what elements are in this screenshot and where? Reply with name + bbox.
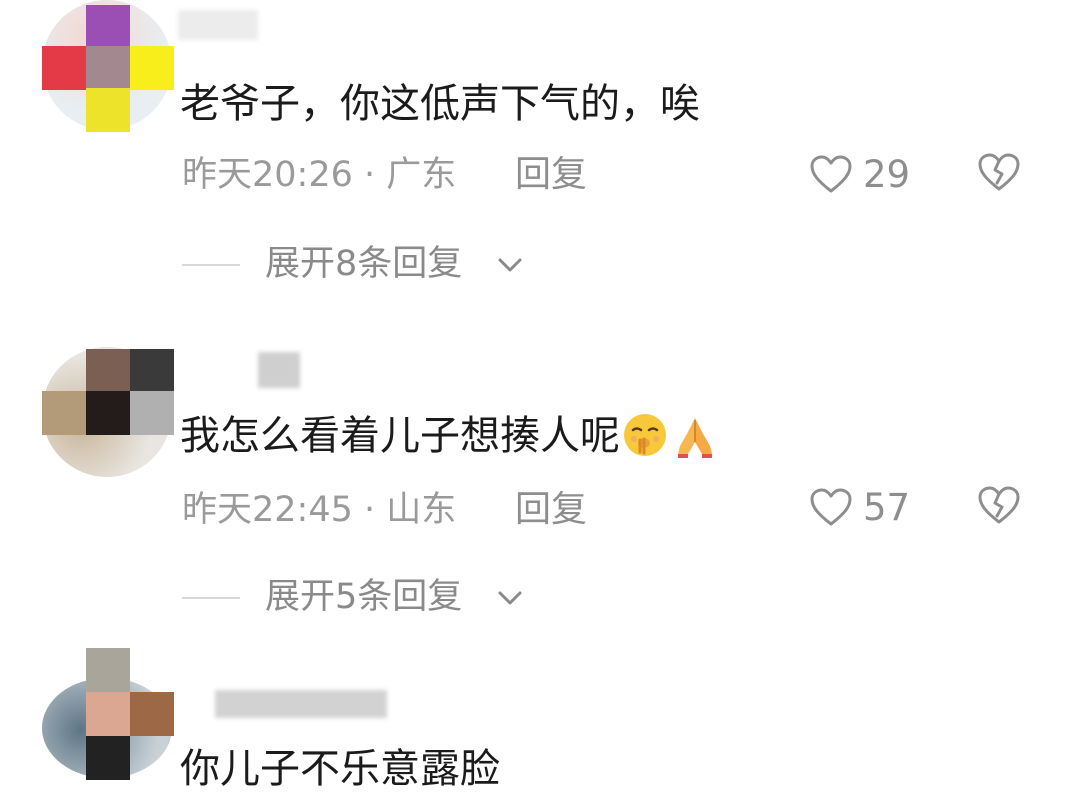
comment-text: 你儿子不乐意露脸 — [180, 746, 500, 792]
comment-item: 你儿子不乐意露脸 — [0, 0, 1080, 809]
avatar[interactable] — [42, 648, 180, 786]
username-masked — [215, 690, 387, 718]
